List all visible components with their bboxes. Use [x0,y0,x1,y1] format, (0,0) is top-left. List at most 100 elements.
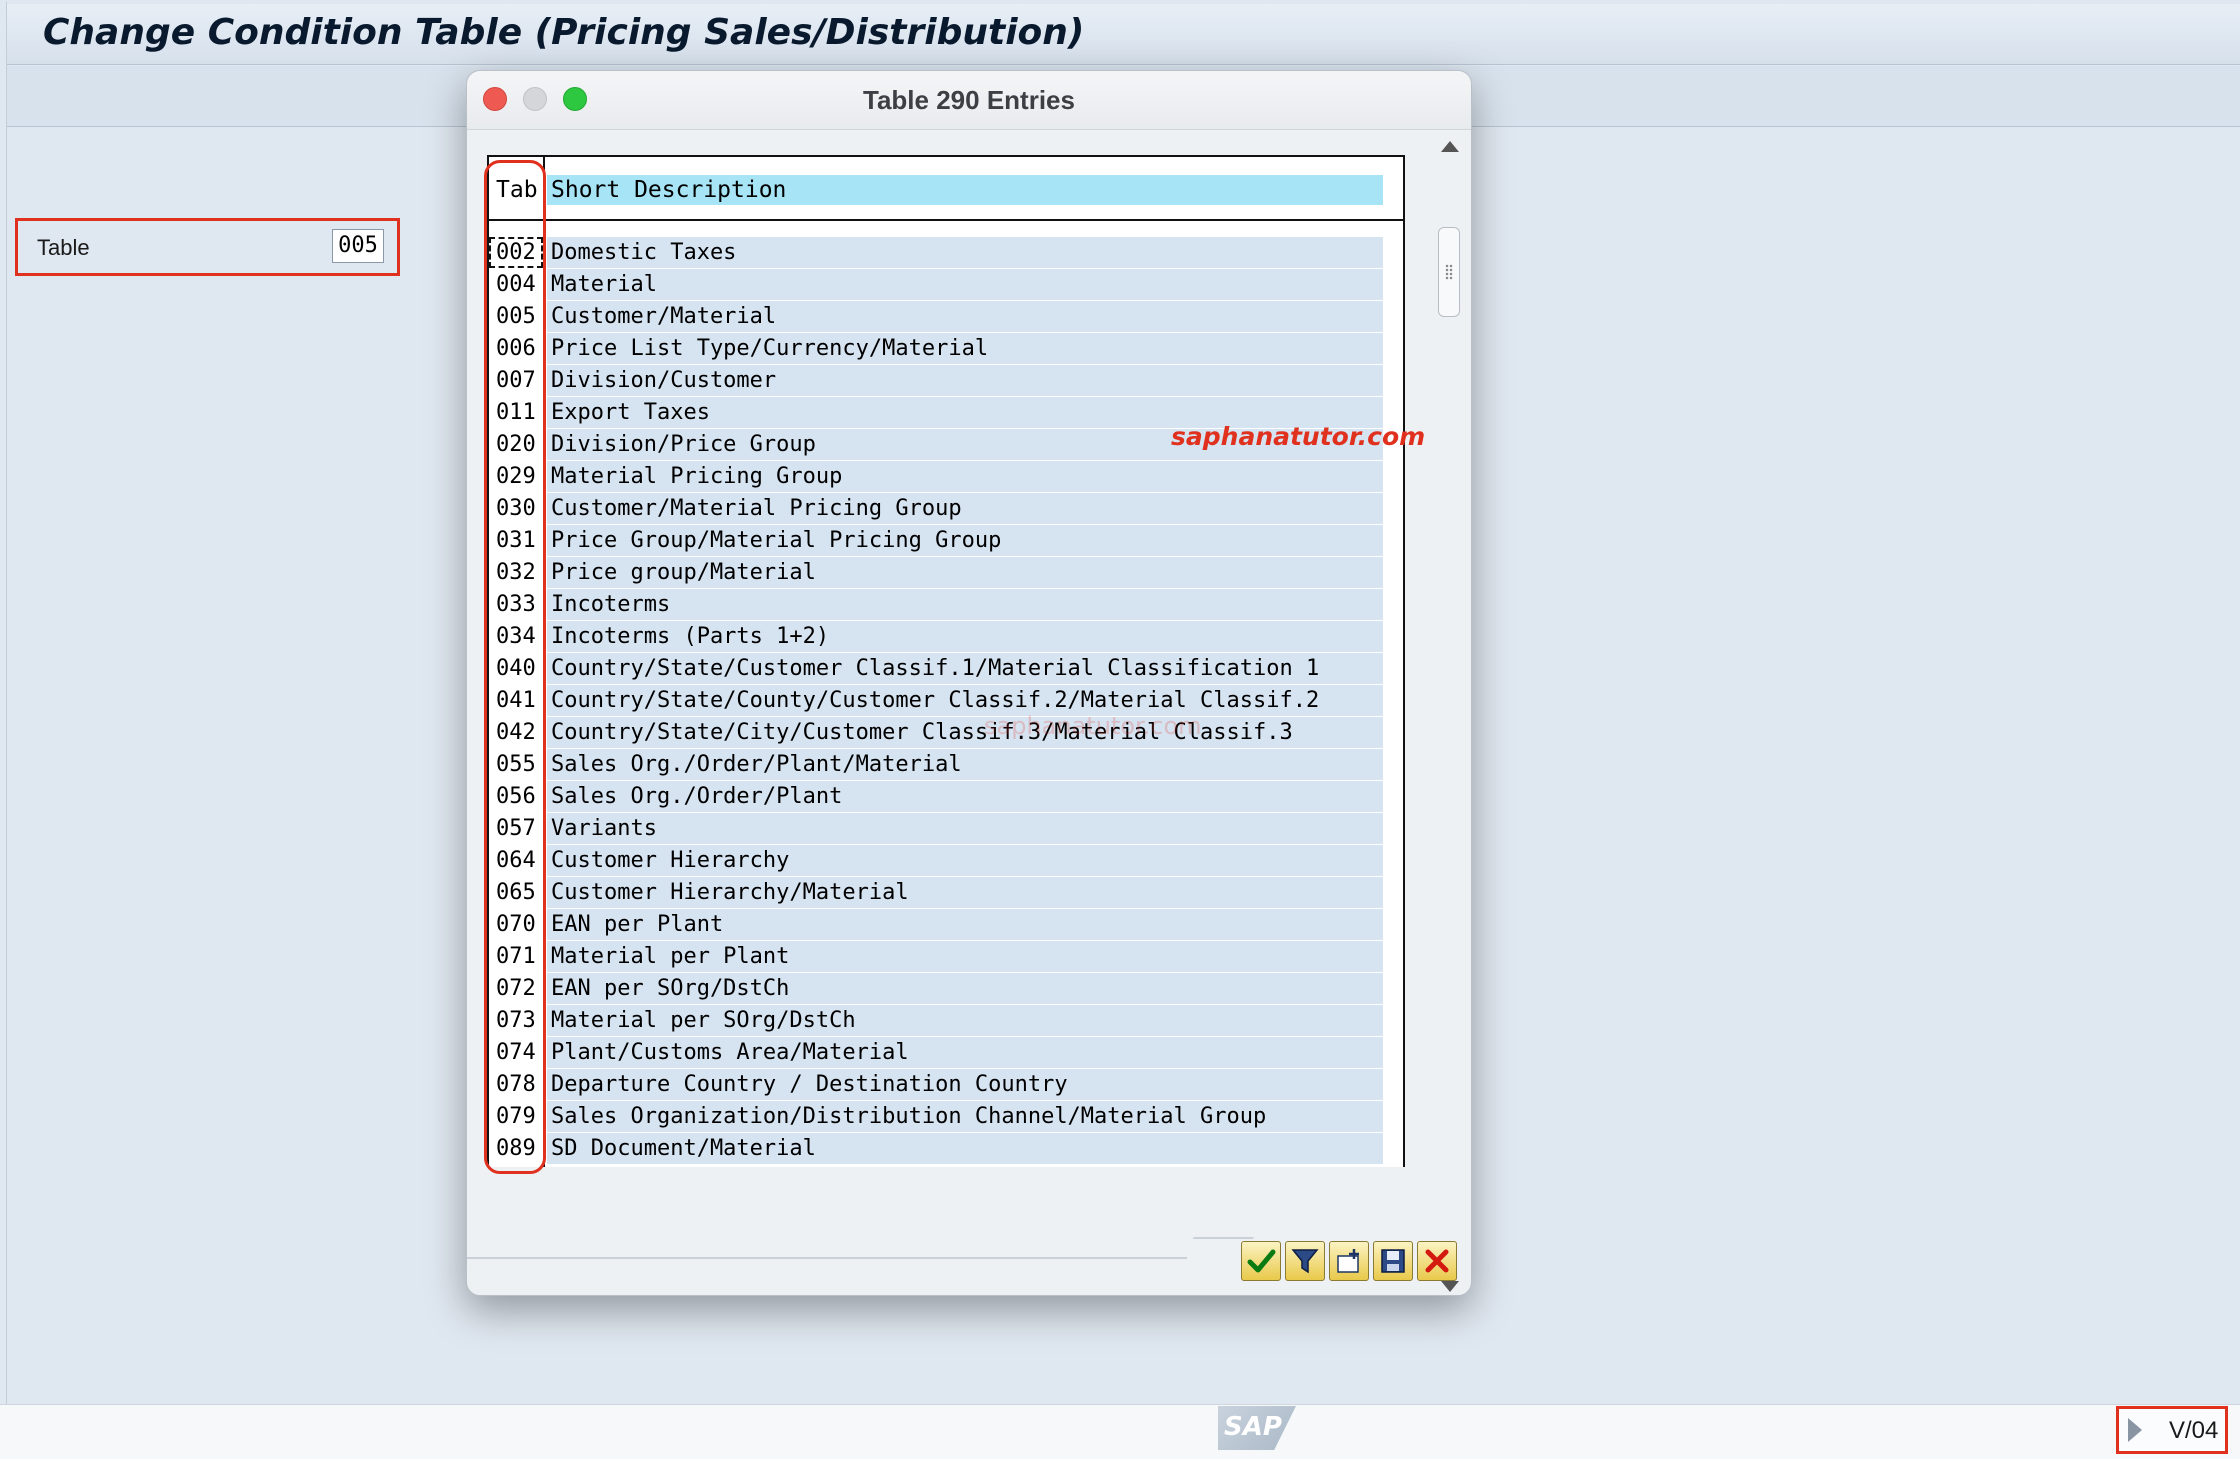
table-number[interactable]: 030 [489,493,543,524]
list-item[interactable]: 004 Material [489,269,1403,301]
table-description[interactable]: Material Pricing Group [547,461,1383,492]
list-item[interactable]: 002 Domestic Taxes [489,237,1403,269]
table-number[interactable]: 040 [489,653,543,684]
table-description[interactable]: Variants [547,813,1383,844]
table-description[interactable]: Country/State/City/Customer Classif.3/Ma… [547,717,1383,748]
new-entry-button[interactable] [1329,1241,1369,1281]
list-item[interactable]: 006 Price List Type/Currency/Material [489,333,1403,365]
table-description[interactable]: Division/Customer [547,365,1383,396]
save-button[interactable] [1373,1241,1413,1281]
table-description[interactable]: EAN per Plant [547,909,1383,940]
table-number[interactable]: 006 [489,333,543,364]
table-number[interactable]: 065 [489,877,543,908]
scroll-thumb[interactable] [1438,227,1460,317]
table-description[interactable]: Customer/Material [547,301,1383,332]
table-number[interactable]: 004 [489,269,543,300]
table-input[interactable]: 005 [332,229,384,263]
scroll-up-icon[interactable] [1441,141,1459,152]
dialog-titlebar: Table 290 Entries [467,71,1471,130]
cancel-icon [1425,1249,1449,1273]
list-item[interactable]: 031 Price Group/Material Pricing Group [489,525,1403,557]
filter-button[interactable] [1285,1241,1325,1281]
list-item[interactable]: 064 Customer Hierarchy [489,845,1403,877]
table-description[interactable]: Domestic Taxes [547,237,1383,268]
vertical-scrollbar[interactable] [1435,135,1463,1301]
list-item[interactable]: 034 Incoterms (Parts 1+2) [489,621,1403,653]
table-number[interactable]: 032 [489,557,543,588]
table-number[interactable]: 072 [489,973,543,1004]
table-number[interactable]: 055 [489,749,543,780]
list-item[interactable]: 078 Departure Country / Destination Count… [489,1069,1403,1101]
column-header-tab[interactable]: Tab [489,175,543,205]
list-item[interactable]: 041 Country/State/County/Customer Classif… [489,685,1403,717]
table-description[interactable]: Customer/Material Pricing Group [547,493,1383,524]
list-item[interactable]: 071 Material per Plant [489,941,1403,973]
table-description[interactable]: Departure Country / Destination Country [547,1069,1383,1100]
table-number[interactable]: 041 [489,685,543,716]
table-number[interactable]: 074 [489,1037,543,1068]
table-number[interactable]: 078 [489,1069,543,1100]
table-number[interactable]: 033 [489,589,543,620]
continue-button[interactable] [1241,1241,1281,1281]
list-item[interactable]: 056 Sales Org./Order/Plant [489,781,1403,813]
table-description[interactable]: Country/State/County/Customer Classif.2/… [547,685,1383,716]
list-item[interactable]: 040 Country/State/Customer Classif.1/Mate… [489,653,1403,685]
table-number[interactable]: 057 [489,813,543,844]
list-item[interactable]: 089 SD Document/Material [489,1133,1403,1165]
list-item[interactable]: 030 Customer/Material Pricing Group [489,493,1403,525]
table-number[interactable]: 031 [489,525,543,556]
table-number[interactable]: 011 [489,397,543,428]
table-description[interactable]: Incoterms [547,589,1383,620]
list-item[interactable]: 057 Variants [489,813,1403,845]
table-description[interactable]: Sales Organization/Distribution Channel/… [547,1101,1383,1132]
table-description[interactable]: Country/State/Customer Classif.1/Materia… [547,653,1383,684]
table-description[interactable]: Material per SOrg/DstCh [547,1005,1383,1036]
save-icon [1381,1249,1405,1273]
table-description[interactable]: Price group/Material [547,557,1383,588]
table-description[interactable]: Customer Hierarchy/Material [547,877,1383,908]
list-item[interactable]: 070 EAN per Plant [489,909,1403,941]
list-item[interactable]: 032 Price group/Material [489,557,1403,589]
list-item[interactable]: 029 Material Pricing Group [489,461,1403,493]
table-description[interactable]: Customer Hierarchy [547,845,1383,876]
table-number[interactable]: 042 [489,717,543,748]
table-number[interactable]: 005 [489,301,543,332]
table-description[interactable]: Price Group/Material Pricing Group [547,525,1383,556]
list-item[interactable]: 007 Division/Customer [489,365,1403,397]
table-description[interactable]: EAN per SOrg/DstCh [547,973,1383,1004]
list-item[interactable]: 079 Sales Organization/Distribution Chann… [489,1101,1403,1133]
table-number[interactable]: 007 [489,365,543,396]
list-item[interactable]: 005 Customer/Material [489,301,1403,333]
list-item[interactable]: 065 Customer Hierarchy/Material [489,877,1403,909]
scroll-down-icon[interactable] [1441,1281,1459,1292]
table-number[interactable]: 002 [489,237,543,268]
list-item[interactable]: 074 Plant/Customs Area/Material [489,1037,1403,1069]
table-description[interactable]: Material per Plant [547,941,1383,972]
table-number[interactable]: 079 [489,1101,543,1132]
expand-arrow-icon[interactable] [2128,1418,2142,1442]
table-number[interactable]: 064 [489,845,543,876]
table-description[interactable]: Sales Org./Order/Plant/Material [547,749,1383,780]
table-number[interactable]: 056 [489,781,543,812]
table-description[interactable]: Incoterms (Parts 1+2) [547,621,1383,652]
column-header-description[interactable]: Short Description [547,175,1383,205]
table-number[interactable]: 071 [489,941,543,972]
list-item[interactable]: 073 Material per SOrg/DstCh [489,1005,1403,1037]
table-description[interactable]: Price List Type/Currency/Material [547,333,1383,364]
table-number[interactable]: 029 [489,461,543,492]
table-number[interactable]: 073 [489,1005,543,1036]
table-description[interactable]: SD Document/Material [547,1133,1383,1164]
table-number[interactable]: 020 [489,429,543,460]
table-number[interactable]: 070 [489,909,543,940]
cancel-button[interactable] [1417,1241,1457,1281]
table-description[interactable]: Material [547,269,1383,300]
transaction-code-box[interactable]: V/04 [2116,1406,2228,1454]
list-item[interactable]: 055 Sales Org./Order/Plant/Material [489,749,1403,781]
list-item[interactable]: 033 Incoterms [489,589,1403,621]
table-description[interactable]: Plant/Customs Area/Material [547,1037,1383,1068]
list-item[interactable]: 072 EAN per SOrg/DstCh [489,973,1403,1005]
list-item[interactable]: 042 Country/State/City/Customer Classif.3… [489,717,1403,749]
table-number[interactable]: 034 [489,621,543,652]
table-description[interactable]: Sales Org./Order/Plant [547,781,1383,812]
table-number[interactable]: 089 [489,1133,543,1164]
